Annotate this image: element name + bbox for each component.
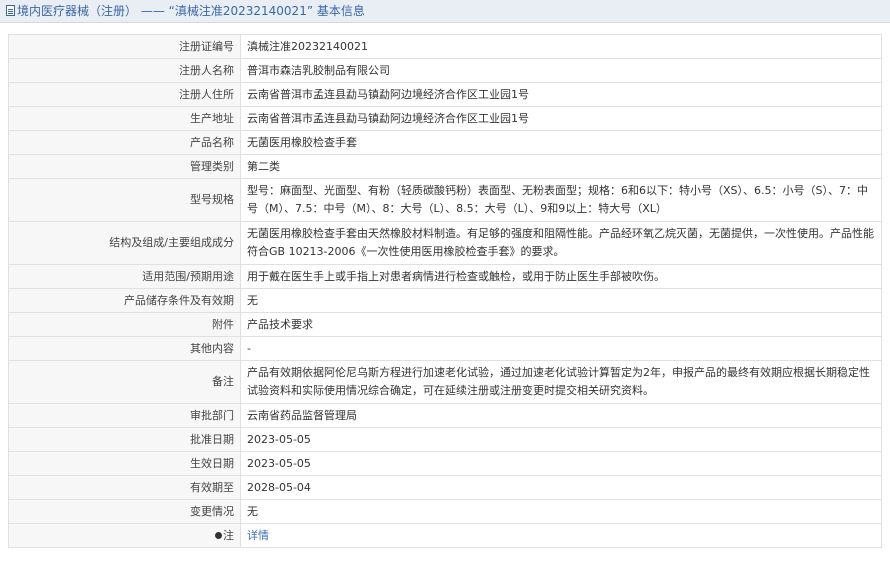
field-label-approval-date: 批准日期 [8,427,241,452]
table-row: 产品储存条件及有效期 无 [8,288,882,313]
field-value-product-name: 无菌医用橡胶检查手套 [240,130,882,155]
table-row: 管理类别 第二类 [8,154,882,179]
table-row: 有效期至 2028-05-04 [8,475,882,500]
field-value-model-spec: 型号：麻面型、光面型、有粉（轻质碳酸钙粉）表面型、无粉表面型；规格：6和6以下：… [240,178,882,222]
field-label-intended-use: 适用范围/预期用途 [8,264,241,289]
field-label-remarks: 备注 [8,360,241,404]
table-row: 适用范围/预期用途 用于戴在医生手上或手指上对患者病情进行检查或触检，或用于防止… [8,264,882,289]
field-value-other-content: - [240,336,882,361]
field-label-management-category: 管理类别 [8,154,241,179]
field-label-composition: 结构及组成/主要组成成分 [8,221,241,265]
field-value-note: 详情 [240,523,882,548]
lightbulb-icon [215,531,222,539]
field-label-change-status: 变更情况 [8,499,241,524]
field-value-production-address: 云南省普洱市孟连县勐马镇勐阿边境经济合作区工业园1号 [240,106,882,131]
table-row: 型号规格 型号：麻面型、光面型、有粉（轻质碳酸钙粉）表面型、无粉表面型；规格：6… [8,178,882,222]
field-value-registrant-name: 普洱市森洁乳胶制品有限公司 [240,58,882,83]
table-row: 生效日期 2023-05-05 [8,451,882,476]
field-label-registrant-name: 注册人名称 [8,58,241,83]
field-label-production-address: 生产地址 [8,106,241,131]
field-label-product-name: 产品名称 [8,130,241,155]
field-label-valid-until: 有效期至 [8,475,241,500]
field-value-storage-validity: 无 [240,288,882,313]
field-label-effective-date: 生效日期 [8,451,241,476]
field-label-approval-department: 审批部门 [8,403,241,428]
table-row: 附件 产品技术要求 [8,312,882,337]
field-value-approval-date: 2023-05-05 [240,427,882,452]
field-label-attachment: 附件 [8,312,241,337]
table-row: 生产地址 云南省普洱市孟连县勐马镇勐阿边境经济合作区工业园1号 [8,106,882,131]
table-row: 注 详情 [8,523,882,548]
note-label-text: 注 [223,528,234,542]
field-value-attachment: 产品技术要求 [240,312,882,337]
page-header-title: 境内医疗器械（注册） —— “滇械注准20232140021” 基本信息 [17,4,365,18]
field-label-model-spec: 型号规格 [8,178,241,222]
field-label-other-content: 其他内容 [8,336,241,361]
field-label-registrant-address: 注册人住所 [8,82,241,107]
field-value-intended-use: 用于戴在医生手上或手指上对患者病情进行检查或触检，或用于防止医生手部被吹伤。 [240,264,882,289]
table-row: 产品名称 无菌医用橡胶检查手套 [8,130,882,155]
field-value-valid-until: 2028-05-04 [240,475,882,500]
table-row: 批准日期 2023-05-05 [8,427,882,452]
details-link[interactable]: 详情 [247,529,269,542]
table-row: 注册证编号 滇械注准20232140021 [8,34,882,59]
field-value-remarks: 产品有效期依据阿伦尼乌斯方程进行加速老化试验，通过加速老化试验计算暂定为2年，申… [240,360,882,404]
field-value-registrant-address: 云南省普洱市孟连县勐马镇勐阿边境经济合作区工业园1号 [240,82,882,107]
field-label-note: 注 [8,523,241,548]
field-value-change-status: 无 [240,499,882,524]
field-value-approval-department: 云南省药品监督管理局 [240,403,882,428]
table-row: 备注 产品有效期依据阿伦尼乌斯方程进行加速老化试验，通过加速老化试验计算暂定为2… [8,360,882,404]
field-value-registration-number: 滇械注准20232140021 [240,34,882,59]
field-value-composition: 无菌医用橡胶检查手套由天然橡胶材料制造。有足够的强度和阻隔性能。产品经环氧乙烷灭… [240,221,882,265]
table-row: 审批部门 云南省药品监督管理局 [8,403,882,428]
field-label-registration-number: 注册证编号 [8,34,241,59]
table-row: 变更情况 无 [8,499,882,524]
field-label-storage-validity: 产品储存条件及有效期 [8,288,241,313]
document-icon [6,5,15,16]
table-row: 注册人住所 云南省普洱市孟连县勐马镇勐阿边境经济合作区工业园1号 [8,82,882,107]
detail-table: 注册证编号 滇械注准20232140021 注册人名称 普洱市森洁乳胶制品有限公… [8,34,882,548]
field-value-management-category: 第二类 [240,154,882,179]
table-row: 结构及组成/主要组成成分 无菌医用橡胶检查手套由天然橡胶材料制造。有足够的强度和… [8,221,882,265]
table-row: 注册人名称 普洱市森洁乳胶制品有限公司 [8,58,882,83]
page-header: 境内医疗器械（注册） —— “滇械注准20232140021” 基本信息 [0,0,890,23]
table-row: 其他内容 - [8,336,882,361]
field-value-effective-date: 2023-05-05 [240,451,882,476]
